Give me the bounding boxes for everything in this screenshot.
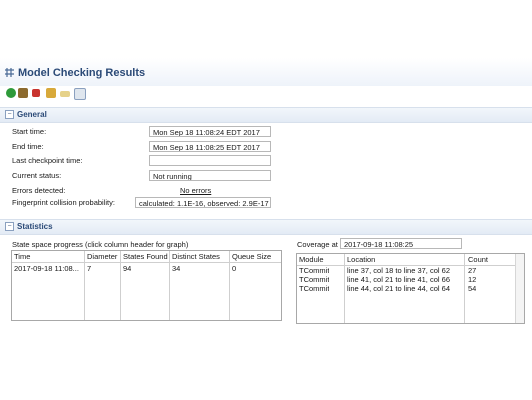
last-checkpoint-label: Last checkpoint time:	[12, 156, 83, 165]
col-distinct-states[interactable]: Distinct States	[172, 252, 228, 262]
cell-module: TCommit	[299, 284, 330, 293]
run-icon[interactable]	[6, 88, 16, 98]
cell-location: line 44, col 21 to line 44, col 64	[347, 284, 450, 293]
settings-icon[interactable]	[18, 88, 28, 98]
state-space-table[interactable]: Time Diameter States Found Distinct Stat…	[11, 250, 282, 321]
cell-diameter: 7	[87, 264, 92, 273]
end-time-label: End time:	[12, 142, 44, 151]
start-time-field[interactable]: Mon Sep 18 11:08:24 EDT 2017	[149, 126, 271, 137]
col-count[interactable]: Count	[468, 255, 488, 265]
last-checkpoint-field[interactable]	[149, 155, 271, 166]
general-section-title: General	[17, 110, 47, 119]
cell-module: TCommit	[299, 266, 330, 275]
col-queue-size[interactable]: Queue Size	[232, 252, 280, 262]
cell-count: 54	[468, 284, 477, 293]
fingerprint-label: Fingerprint collision probability:	[12, 198, 115, 207]
model-checking-icon	[5, 68, 14, 77]
coverage-label: Coverage at	[297, 240, 338, 249]
coverage-table[interactable]: Module Location Count TCommit line 37, c…	[296, 253, 525, 324]
general-section-header[interactable]	[0, 107, 532, 123]
cell-count: 12	[468, 275, 477, 284]
errors-detected-label: Errors detected:	[12, 186, 66, 195]
statistics-section-title: Statistics	[17, 222, 53, 231]
cell-location: line 37, col 18 to line 37, col 62	[347, 266, 450, 275]
errors-detected-link[interactable]: No errors	[180, 186, 211, 195]
state-space-label: State space progress (click column heade…	[12, 240, 189, 249]
stop-icon[interactable]	[32, 89, 40, 97]
coverage-scrollbar[interactable]	[515, 254, 524, 323]
col-time[interactable]: Time	[14, 252, 82, 262]
collapse-statistics-icon[interactable]: −	[5, 222, 14, 231]
statistics-section-header[interactable]	[0, 219, 532, 235]
cell-time: 2017-09-18 11:08...	[14, 264, 79, 273]
col-location[interactable]: Location	[347, 255, 375, 265]
cell-queue-size: 0	[232, 264, 237, 273]
cell-module: TCommit	[299, 275, 330, 284]
col-diameter[interactable]: Diameter	[87, 252, 119, 262]
cell-states-found: 94	[123, 264, 132, 273]
col-module[interactable]: Module	[299, 255, 324, 265]
key-icon[interactable]	[60, 91, 70, 97]
coverage-time-field[interactable]: 2017-09-18 11:08:25	[340, 238, 462, 249]
start-time-label: Start time:	[12, 127, 47, 136]
current-status-label: Current status:	[12, 171, 62, 180]
end-time-field[interactable]: Mon Sep 18 11:08:25 EDT 2017	[149, 141, 271, 152]
cell-count: 27	[468, 266, 477, 275]
collapse-general-icon[interactable]: −	[5, 110, 14, 119]
lock-icon[interactable]	[46, 88, 56, 98]
current-status-field[interactable]: Not running	[149, 170, 271, 181]
cell-location: line 41, col 21 to line 41, col 66	[347, 275, 450, 284]
col-states-found[interactable]: States Found	[123, 252, 168, 262]
page-title: Model Checking Results	[18, 67, 146, 79]
cell-distinct-states: 34	[172, 264, 181, 273]
copy-icon[interactable]	[74, 88, 86, 100]
fingerprint-field[interactable]: calculated: 1.1E-16, observed: 2.9E-17	[135, 197, 271, 208]
